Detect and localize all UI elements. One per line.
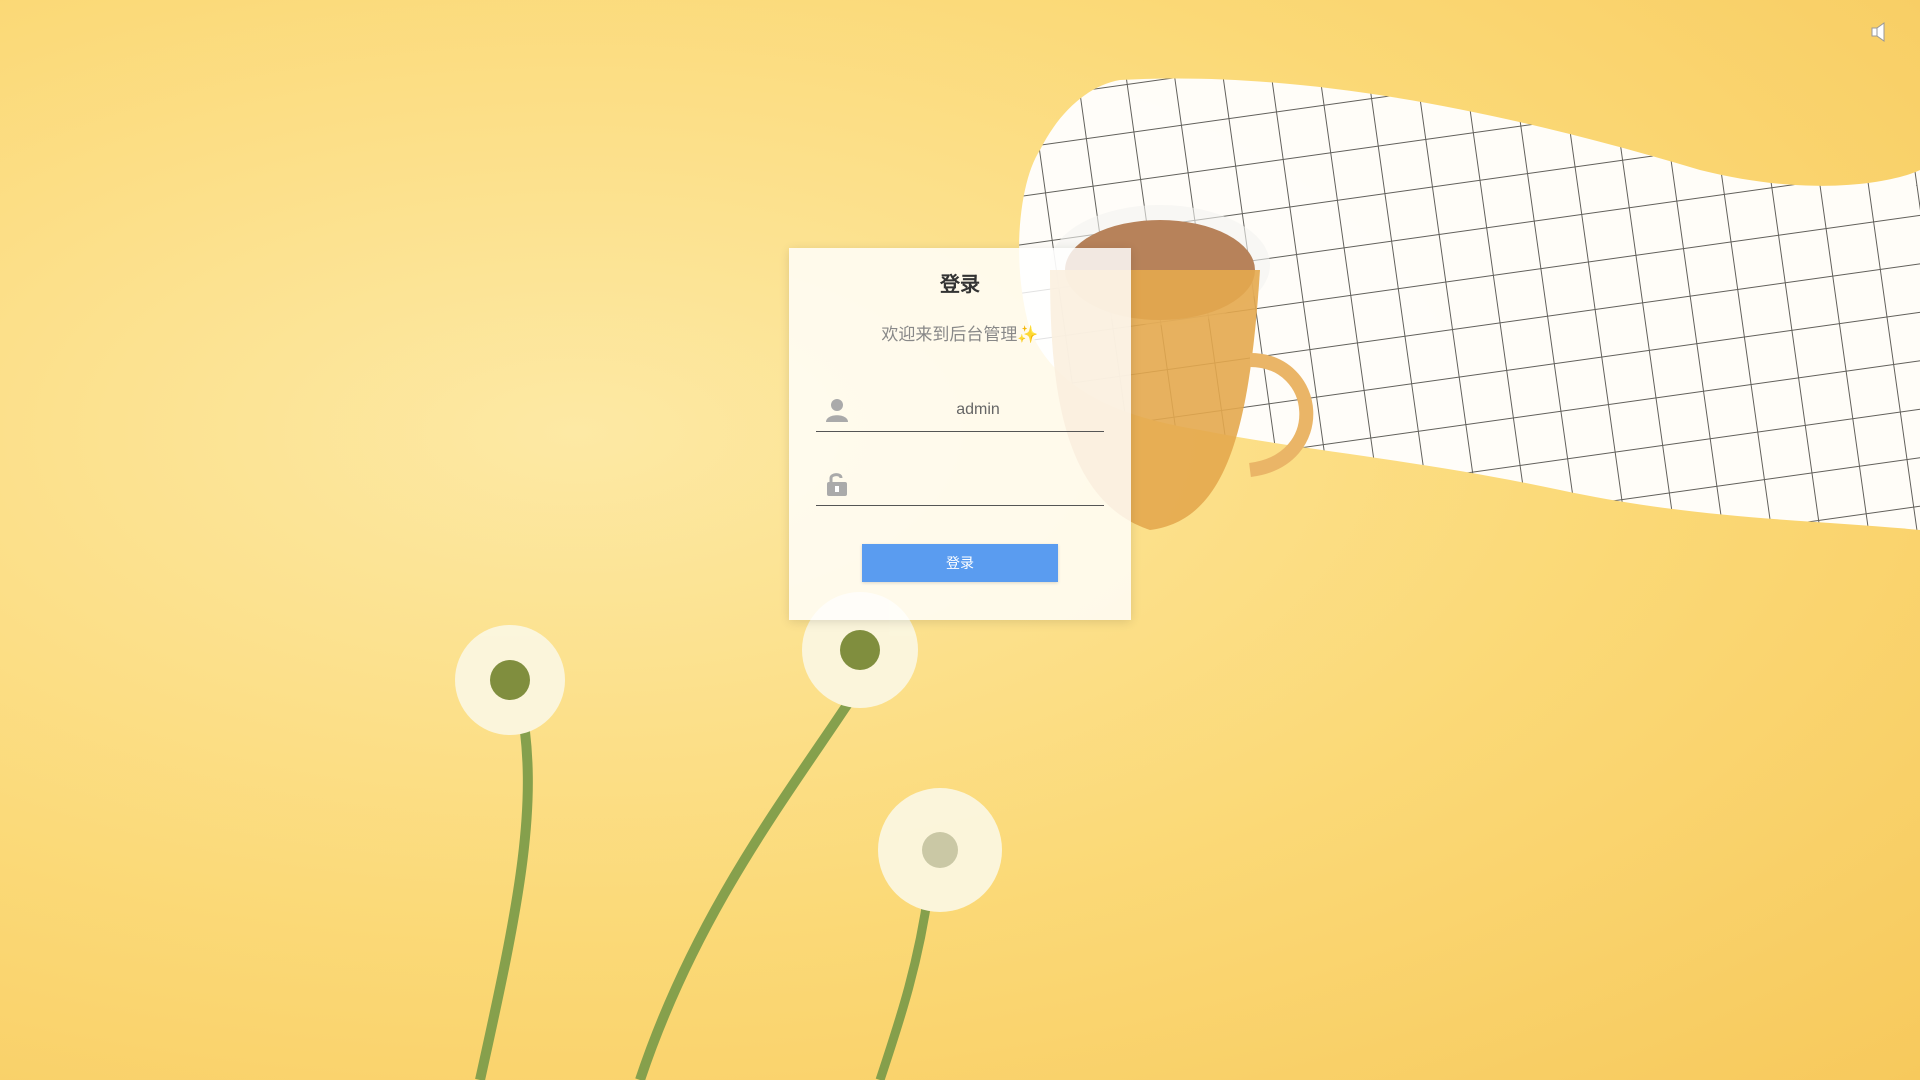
- speaker-icon: [1871, 22, 1885, 42]
- username-field: [816, 388, 1104, 432]
- login-title: 登录: [940, 274, 980, 296]
- password-input[interactable]: [856, 468, 1100, 500]
- unlocked-lock-icon: [826, 472, 848, 496]
- login-button[interactable]: 登录: [862, 544, 1058, 582]
- user-icon: [826, 398, 848, 422]
- password-field: [816, 462, 1104, 506]
- login-card: 登录 欢迎来到后台管理✨ 登录: [789, 248, 1131, 620]
- sound-toggle-button[interactable]: [1870, 20, 1894, 44]
- username-input[interactable]: [856, 394, 1100, 426]
- login-subtitle: 欢迎来到后台管理✨: [881, 325, 1039, 344]
